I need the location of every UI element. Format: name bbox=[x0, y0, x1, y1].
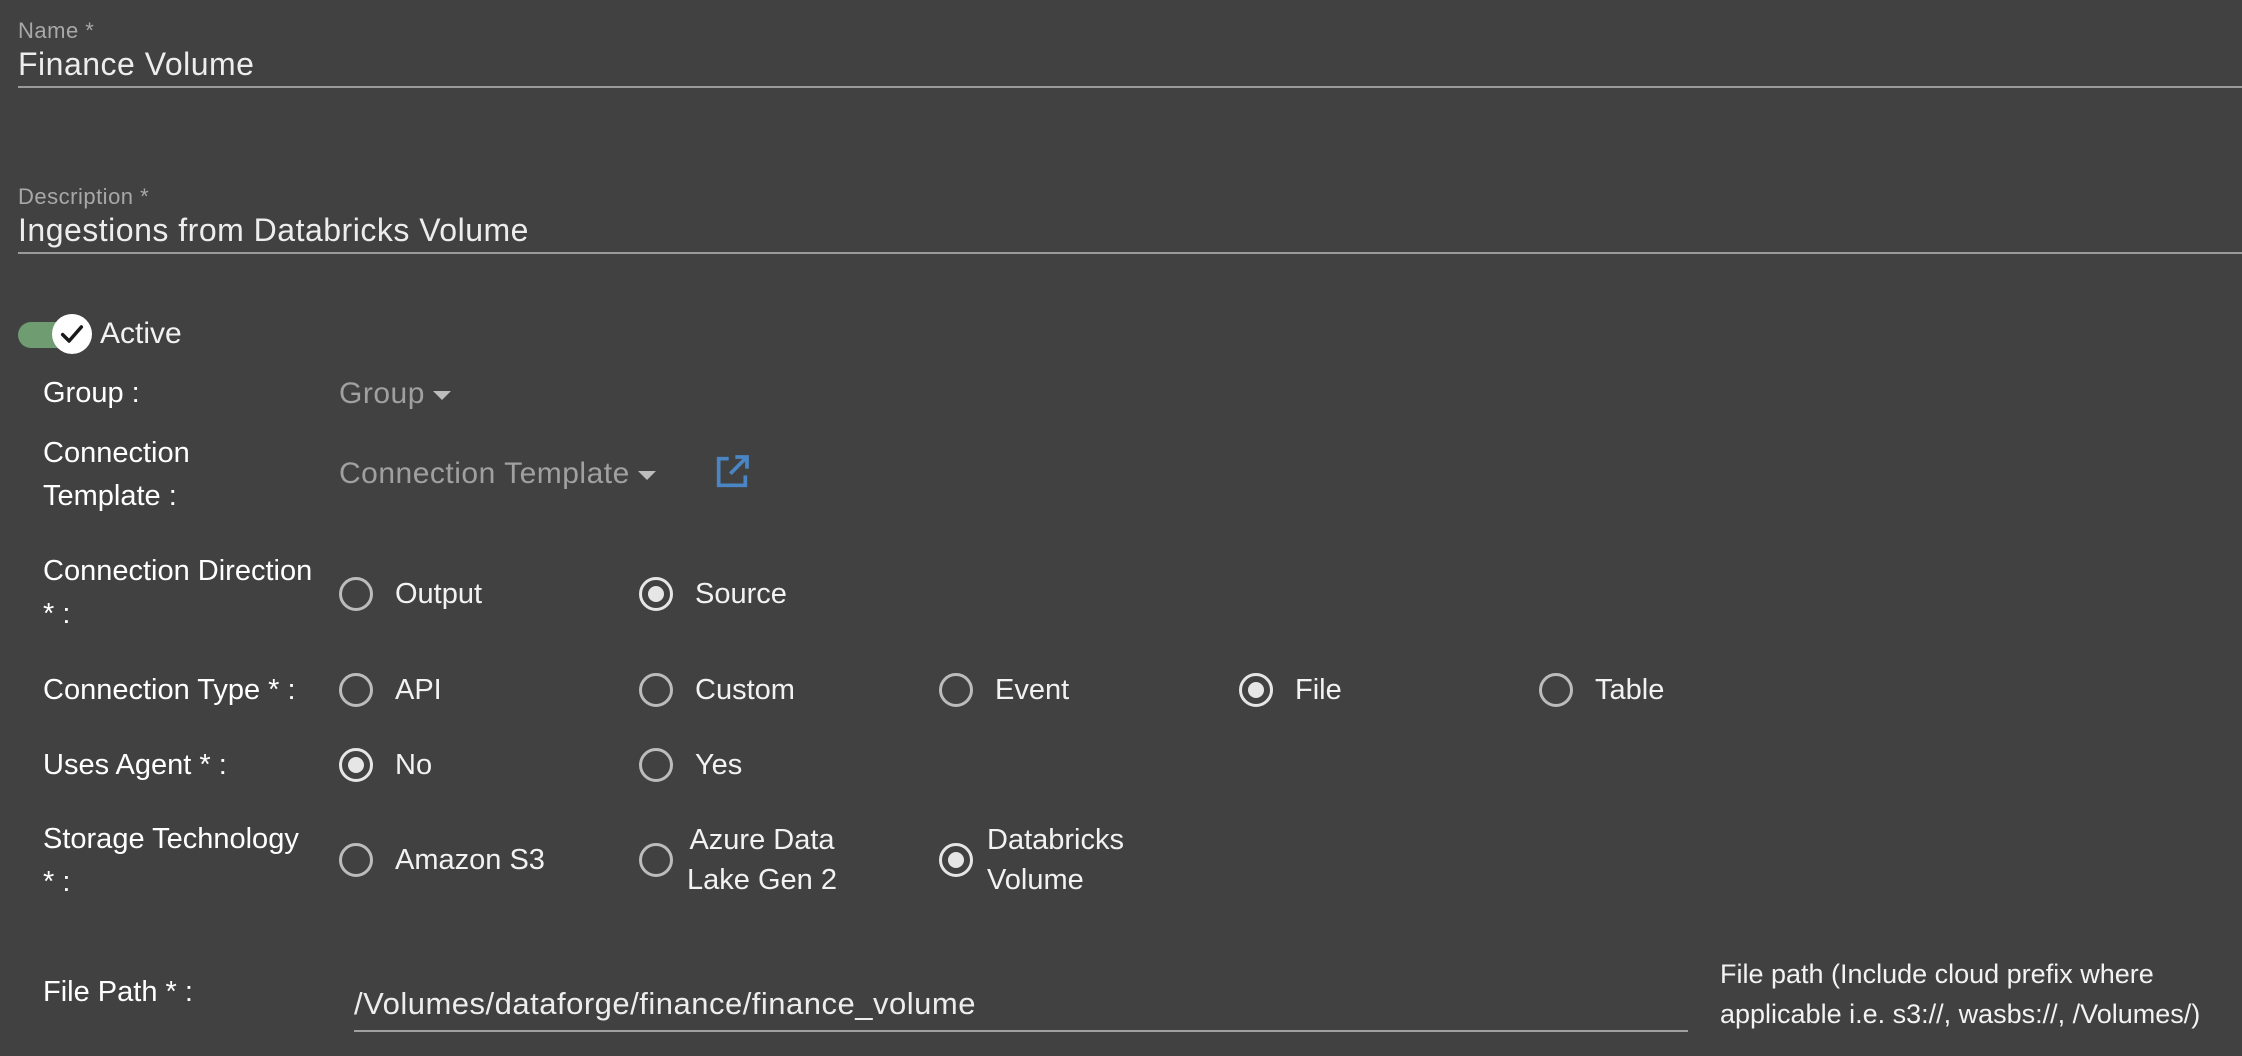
radio-file[interactable]: File bbox=[1239, 670, 1342, 710]
helper-line1: File path (Include cloud prefix where bbox=[1720, 959, 2154, 989]
helper-line2: applicable i.e. s3://, wasbs://, /Volume… bbox=[1720, 999, 2201, 1029]
connection-direction-label-line1: Connection Direction bbox=[43, 555, 313, 587]
file-path-value[interactable]: /Volumes/dataforge/finance/finance_volum… bbox=[354, 978, 1688, 1030]
databricks-label-line1: Databricks bbox=[987, 824, 1124, 856]
storage-technology-label-line2: * : bbox=[43, 866, 71, 898]
radio-event-label: Event bbox=[995, 674, 1070, 706]
radio-yes[interactable]: Yes bbox=[639, 745, 742, 785]
connection-form: Name * Finance Volume Description * Inge… bbox=[0, 0, 2242, 1056]
connection-direction-label-line2: * : bbox=[43, 598, 71, 630]
radio-circle-checked[interactable] bbox=[639, 577, 673, 611]
active-toggle-row: Active bbox=[18, 312, 182, 356]
name-field[interactable]: Name * Finance Volume bbox=[18, 18, 2242, 88]
radio-event[interactable]: Event bbox=[939, 670, 1069, 710]
radio-output[interactable]: Output bbox=[339, 574, 482, 614]
uses-agent-label: Uses Agent * : bbox=[43, 749, 227, 781]
description-input[interactable]: Ingestions from Databricks Volume bbox=[18, 210, 2242, 250]
radio-circle[interactable] bbox=[939, 673, 973, 707]
name-label: Name * bbox=[18, 18, 95, 43]
open-in-new-icon[interactable] bbox=[712, 452, 752, 492]
databricks-label-line2: Volume bbox=[987, 864, 1084, 896]
storage-technology-label: Storage Technology * : bbox=[43, 818, 333, 904]
connection-type-label: Connection Type * : bbox=[43, 674, 296, 706]
radio-custom[interactable]: Custom bbox=[639, 670, 795, 710]
azure-label-line2: Lake Gen 2 bbox=[687, 864, 837, 896]
radio-table[interactable]: Table bbox=[1539, 670, 1664, 710]
connection-template-label-line2: Template : bbox=[43, 480, 177, 512]
file-path-label: File Path * : bbox=[43, 976, 193, 1008]
radio-custom-label: Custom bbox=[695, 674, 795, 706]
radio-databricks-volume-label: Databricks Volume bbox=[987, 820, 1124, 900]
radio-circle[interactable] bbox=[639, 673, 673, 707]
radio-circle[interactable] bbox=[339, 673, 373, 707]
radio-amazon-s3[interactable]: Amazon S3 bbox=[339, 840, 545, 880]
group-select[interactable]: Group bbox=[339, 372, 451, 415]
name-input[interactable]: Finance Volume bbox=[18, 44, 2242, 84]
radio-no[interactable]: No bbox=[339, 745, 432, 785]
connection-template-placeholder: Connection Template bbox=[339, 456, 630, 490]
storage-technology-label-line1: Storage Technology bbox=[43, 823, 299, 855]
radio-source-label: Source bbox=[695, 578, 787, 610]
file-path-input[interactable]: /Volumes/dataforge/finance/finance_volum… bbox=[354, 978, 1688, 1032]
active-toggle[interactable] bbox=[18, 312, 92, 356]
radio-no-label: No bbox=[395, 749, 433, 781]
radio-circle-checked[interactable] bbox=[339, 748, 373, 782]
connection-direction-label: Connection Direction * : bbox=[43, 550, 333, 636]
caret-down-icon bbox=[637, 471, 656, 480]
group-placeholder: Group bbox=[339, 376, 425, 410]
radio-amazon-s3-label: Amazon S3 bbox=[395, 844, 545, 876]
radio-databricks-volume[interactable]: Databricks Volume bbox=[939, 820, 1124, 900]
connection-template-label: Connection Template : bbox=[43, 432, 333, 518]
radio-circle-checked[interactable] bbox=[939, 843, 973, 877]
radio-circle[interactable] bbox=[639, 748, 673, 782]
radio-file-label: File bbox=[1295, 674, 1342, 706]
radio-yes-label: Yes bbox=[695, 749, 743, 781]
file-path-helper-text: File path (Include cloud prefix where ap… bbox=[1720, 954, 2240, 1034]
connection-template-label-line1: Connection bbox=[43, 437, 190, 469]
active-label: Active bbox=[100, 317, 182, 350]
connection-template-select[interactable]: Connection Template bbox=[339, 452, 656, 495]
file-path-underline bbox=[354, 1030, 1688, 1032]
radio-api-label: API bbox=[395, 674, 442, 706]
radio-circle[interactable] bbox=[339, 843, 373, 877]
group-label: Group : bbox=[43, 377, 140, 409]
radio-circle[interactable] bbox=[1539, 673, 1573, 707]
radio-source[interactable]: Source bbox=[639, 574, 787, 614]
caret-down-icon bbox=[432, 391, 451, 400]
radio-circle-checked[interactable] bbox=[1239, 673, 1273, 707]
azure-label-line1: Azure Data bbox=[689, 824, 835, 856]
radio-azure-data-lake[interactable]: Azure Data Lake Gen 2 bbox=[639, 820, 837, 900]
check-icon bbox=[52, 314, 92, 354]
name-underline bbox=[18, 86, 2242, 88]
radio-circle[interactable] bbox=[639, 843, 673, 877]
description-field[interactable]: Description * Ingestions from Databricks… bbox=[18, 184, 2242, 254]
radio-api[interactable]: API bbox=[339, 670, 442, 710]
radio-circle[interactable] bbox=[339, 577, 373, 611]
description-underline bbox=[18, 252, 2242, 254]
radio-table-label: Table bbox=[1595, 674, 1665, 706]
description-label: Description * bbox=[18, 184, 150, 209]
radio-output-label: Output bbox=[395, 578, 483, 610]
radio-azure-data-lake-label: Azure Data Lake Gen 2 bbox=[687, 820, 837, 900]
